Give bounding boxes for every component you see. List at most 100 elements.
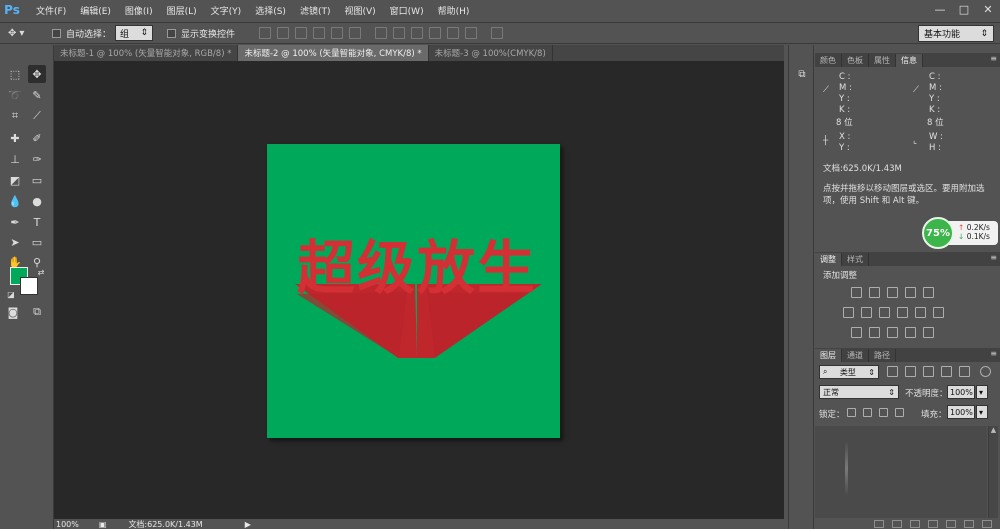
align-top-icon[interactable]: [259, 27, 272, 39]
auto-align-icon[interactable]: [491, 27, 504, 39]
filter-pixel-icon[interactable]: [887, 366, 898, 377]
dodge-tool-icon[interactable]: ●: [28, 192, 46, 210]
color-lookup-icon[interactable]: [933, 307, 944, 318]
scroll-up-icon[interactable]: ▲: [989, 426, 998, 434]
brightness-icon[interactable]: [851, 287, 862, 298]
layer-filter-dropdown[interactable]: ⌕ 类型 ⇕: [819, 365, 879, 379]
path-select-tool-icon[interactable]: ➤: [6, 233, 24, 251]
menu-edit[interactable]: 编辑(E): [80, 4, 111, 17]
tab-swatches[interactable]: 色板: [842, 54, 869, 67]
lasso-tool-icon[interactable]: ➰: [6, 86, 24, 104]
document-tab-3[interactable]: 未标题-3 @ 100%(CMYK/8): [429, 45, 553, 61]
eyedropper-tool-icon[interactable]: ⟋: [28, 107, 46, 125]
menu-select[interactable]: 选择(S): [255, 4, 286, 17]
clone-stamp-tool-icon[interactable]: ⊥: [6, 150, 24, 168]
curves-icon[interactable]: [887, 287, 898, 298]
distribute-hcenter-icon[interactable]: [447, 27, 460, 39]
posterize-icon[interactable]: [869, 327, 880, 338]
filter-toggle-icon[interactable]: [980, 366, 991, 377]
exposure-icon[interactable]: [905, 287, 916, 298]
distribute-bottom-icon[interactable]: [411, 27, 424, 39]
auto-select-checkbox[interactable]: 自动选择：: [52, 27, 111, 40]
menu-view[interactable]: 视图(V): [344, 4, 375, 17]
tab-adjustments[interactable]: 调整: [815, 253, 842, 266]
align-right-icon[interactable]: [349, 27, 362, 39]
tab-layers[interactable]: 图层: [815, 349, 842, 362]
tab-channels[interactable]: 通道: [842, 349, 869, 362]
menu-type[interactable]: 文字(Y): [211, 4, 242, 17]
eraser-tool-icon[interactable]: ◩: [6, 171, 24, 189]
gradient-map-icon[interactable]: [905, 327, 916, 338]
new-layer-icon[interactable]: [964, 519, 974, 528]
default-colors-icon[interactable]: ◪: [2, 285, 20, 303]
panel-menu-icon[interactable]: ≡: [990, 253, 997, 262]
filter-adjust-icon[interactable]: [905, 366, 916, 377]
zoom-level[interactable]: 100%: [56, 520, 79, 529]
pen-tool-icon[interactable]: ✒: [6, 213, 24, 231]
status-icon[interactable]: ▣: [99, 520, 107, 529]
canvas-area[interactable]: 超级放生: [54, 61, 784, 519]
layers-scrollbar[interactable]: ▲: [988, 426, 998, 518]
fill-arrow[interactable]: ▾: [976, 405, 988, 419]
gradient-tool-icon[interactable]: ▭: [28, 171, 46, 189]
maximize-button[interactable]: □: [952, 0, 976, 18]
document-tab-2[interactable]: 未标题-2 @ 100% (矢量智能对象, CMYK/8) *: [238, 45, 429, 61]
tab-styles[interactable]: 样式: [842, 253, 869, 266]
blend-mode-dropdown[interactable]: 正常 ⇕: [819, 385, 899, 399]
align-left-icon[interactable]: [313, 27, 326, 39]
type-tool-icon[interactable]: T: [28, 213, 46, 231]
photo-filter-icon[interactable]: [897, 307, 908, 318]
screen-mode-icon[interactable]: ⧉: [28, 303, 46, 321]
menu-layer[interactable]: 图层(L): [167, 4, 197, 17]
healing-brush-tool-icon[interactable]: ✚: [6, 129, 24, 147]
layer-style-icon[interactable]: [892, 519, 902, 528]
filter-type-icon[interactable]: [923, 366, 934, 377]
close-button[interactable]: ✕: [976, 0, 1000, 18]
link-layers-icon[interactable]: [874, 519, 884, 528]
distribute-vcenter-icon[interactable]: [393, 27, 406, 39]
panel-menu-icon[interactable]: ≡: [990, 54, 997, 63]
menu-filter[interactable]: 滤镜(T): [300, 4, 331, 17]
artboard[interactable]: 超级放生: [267, 144, 560, 438]
tab-info[interactable]: 信息: [896, 54, 923, 67]
black-white-icon[interactable]: [879, 307, 890, 318]
tool-preset-picker[interactable]: ✥ ▾: [8, 24, 44, 42]
invert-icon[interactable]: [851, 327, 862, 338]
tab-properties[interactable]: 属性: [869, 54, 896, 67]
panel-menu-icon[interactable]: ≡: [990, 349, 997, 358]
lock-pixels-icon[interactable]: [863, 408, 872, 417]
workspace-switcher[interactable]: 基本功能 ⇕: [918, 25, 994, 42]
delete-layer-icon[interactable]: [982, 519, 992, 528]
channel-mixer-icon[interactable]: [915, 307, 926, 318]
minimize-button[interactable]: —: [928, 0, 952, 18]
filter-shape-icon[interactable]: [941, 366, 952, 377]
menu-window[interactable]: 窗口(W): [390, 4, 424, 17]
vibrance-icon[interactable]: [923, 287, 934, 298]
filter-smart-icon[interactable]: [959, 366, 970, 377]
new-group-icon[interactable]: [946, 519, 956, 528]
swap-colors-icon[interactable]: ⇄: [32, 263, 50, 281]
brush-tool-icon[interactable]: ✐: [28, 129, 46, 147]
history-brush-tool-icon[interactable]: ✑: [28, 150, 46, 168]
show-transform-box[interactable]: [167, 28, 177, 38]
opacity-arrow[interactable]: ▾: [976, 385, 988, 399]
show-transform-checkbox[interactable]: 显示变换控件: [167, 27, 235, 40]
lock-position-icon[interactable]: [879, 408, 888, 417]
tab-color[interactable]: 颜色: [815, 54, 842, 67]
auto-select-dropdown[interactable]: 组 ⇕: [115, 25, 154, 41]
lock-transparent-icon[interactable]: [847, 408, 856, 417]
document-tab-1[interactable]: 未标题-1 @ 100% (矢量智能对象, RGB/8) *: [54, 45, 239, 61]
quick-select-tool-icon[interactable]: ✎: [28, 86, 46, 104]
menu-image[interactable]: 图像(I): [125, 4, 153, 17]
new-adjustment-icon[interactable]: [928, 519, 938, 528]
distribute-right-icon[interactable]: [465, 27, 478, 39]
opacity-input[interactable]: 100%: [947, 385, 975, 399]
align-hcenter-icon[interactable]: [331, 27, 344, 39]
hue-saturation-icon[interactable]: [843, 307, 854, 318]
distribute-left-icon[interactable]: [429, 27, 442, 39]
layers-list[interactable]: [815, 426, 987, 518]
quick-mask-icon[interactable]: ◙: [4, 303, 22, 321]
menu-file[interactable]: 文件(F): [36, 4, 66, 17]
levels-icon[interactable]: [869, 287, 880, 298]
rectangle-tool-icon[interactable]: ▭: [28, 233, 46, 251]
